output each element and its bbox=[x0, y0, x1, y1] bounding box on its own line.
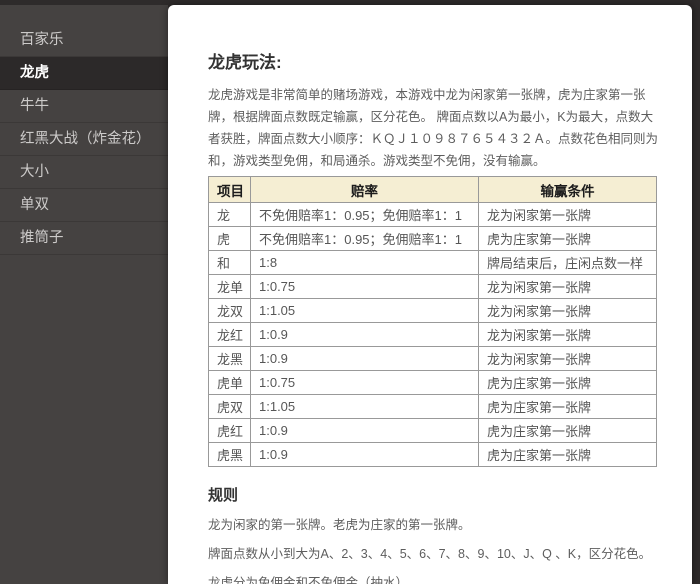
table-cell: 龙双 bbox=[209, 299, 251, 323]
intro-paragraph: 龙虎游戏是非常简单的赌场游戏，本游戏中龙为闲家第一张牌，虎为庄家第一张牌，根据牌… bbox=[208, 84, 660, 172]
table-header-cell: 赔率 bbox=[251, 177, 479, 203]
table-cell: 不免佣赔率1：0.95；免佣赔率1：1 bbox=[251, 203, 479, 227]
rules-title: 规则 bbox=[208, 487, 658, 505]
rule-line: 牌面点数从小到大为A、2、3、4、5、6、7、8、9、10、J、Q 、K，区分花… bbox=[208, 546, 658, 563]
table-cell: 1:0.9 bbox=[251, 419, 479, 443]
sidebar-item-label: 龙虎 bbox=[20, 65, 49, 81]
app-root: 百家乐龙虎牛牛红黑大战（炸金花）大小单双推筒子 龙虎玩法: 龙虎游戏是非常简单的… bbox=[0, 0, 700, 584]
table-cell: 龙黑 bbox=[209, 347, 251, 371]
table-cell: 不免佣赔率1：0.95；免佣赔率1：1 bbox=[251, 227, 479, 251]
table-cell: 虎为庄家第一张牌 bbox=[479, 395, 657, 419]
table-cell: 龙红 bbox=[209, 323, 251, 347]
table-cell: 和 bbox=[209, 251, 251, 275]
payout-table: 项目赔率输赢条件 龙不免佣赔率1：0.95；免佣赔率1：1龙为闲家第一张牌虎不免… bbox=[208, 176, 657, 467]
table-cell: 1:0.75 bbox=[251, 275, 479, 299]
table-cell: 虎为庄家第一张牌 bbox=[479, 371, 657, 395]
table-header-cell: 项目 bbox=[209, 177, 251, 203]
table-cell: 1:0.9 bbox=[251, 347, 479, 371]
page-title: 龙虎玩法: bbox=[208, 53, 658, 73]
sidebar-item-dragon-tiger[interactable]: 龙虎 bbox=[0, 57, 168, 90]
content-panel: 龙虎玩法: 龙虎游戏是非常简单的赌场游戏，本游戏中龙为闲家第一张牌，虎为庄家第一… bbox=[168, 5, 692, 584]
table-header-cell: 输赢条件 bbox=[479, 177, 657, 203]
table-row: 虎黑1:0.9虎为庄家第一张牌 bbox=[209, 443, 657, 467]
table-cell: 1:1.05 bbox=[251, 299, 479, 323]
table-cell: 虎黑 bbox=[209, 443, 251, 467]
sidebar-item-label: 推筒子 bbox=[20, 230, 64, 246]
table-cell: 虎单 bbox=[209, 371, 251, 395]
sidebar-menu: 百家乐龙虎牛牛红黑大战（炸金花） 大小单双推筒子 bbox=[0, 5, 168, 255]
table-row: 和1:8牌局结束后，庄闲点数一样 bbox=[209, 251, 657, 275]
table-header-row: 项目赔率输赢条件 bbox=[209, 177, 657, 203]
table-cell: 虎双 bbox=[209, 395, 251, 419]
table-row: 龙红1:0.9龙为闲家第一张牌 bbox=[209, 323, 657, 347]
sidebar-item-label: 红黑大战（炸金花） bbox=[20, 131, 151, 147]
table-cell: 虎为庄家第一张牌 bbox=[479, 443, 657, 467]
table-row: 虎红1:0.9虎为庄家第一张牌 bbox=[209, 419, 657, 443]
rules-list: 龙为闲家的第一张牌。老虎为庄家的第一张牌。牌面点数从小到大为A、2、3、4、5、… bbox=[208, 517, 658, 584]
rule-line: 龙为闲家的第一张牌。老虎为庄家的第一张牌。 bbox=[208, 517, 658, 534]
table-cell: 1:0.75 bbox=[251, 371, 479, 395]
rule-line: 龙虎分为免佣金和不免佣金（抽水） bbox=[208, 575, 658, 584]
sidebar-item-baccarat[interactable]: 百家乐 bbox=[0, 24, 168, 57]
table-row: 虎单1:0.75虎为庄家第一张牌 bbox=[209, 371, 657, 395]
table-cell: 龙为闲家第一张牌 bbox=[479, 203, 657, 227]
table-cell: 龙为闲家第一张牌 bbox=[479, 275, 657, 299]
table-cell: 1:8 bbox=[251, 251, 479, 275]
sidebar-item-red-black-battle[interactable]: 红黑大战（炸金花） bbox=[0, 123, 168, 156]
table-cell: 龙为闲家第一张牌 bbox=[479, 299, 657, 323]
table-cell: 龙为闲家第一张牌 bbox=[479, 347, 657, 371]
table-cell: 虎为庄家第一张牌 bbox=[479, 227, 657, 251]
table-cell: 虎 bbox=[209, 227, 251, 251]
table-cell: 牌局结束后，庄闲点数一样 bbox=[479, 251, 657, 275]
sidebar-item-big-small[interactable]: 大小 bbox=[0, 156, 168, 189]
table-row: 龙双1:1.05龙为闲家第一张牌 bbox=[209, 299, 657, 323]
table-body: 龙不免佣赔率1：0.95；免佣赔率1：1龙为闲家第一张牌虎不免佣赔率1：0.95… bbox=[209, 203, 657, 467]
sidebar-item-niu-niu[interactable]: 牛牛 bbox=[0, 90, 168, 123]
sidebar-item-push-tube[interactable]: 推筒子 bbox=[0, 222, 168, 255]
table-cell: 虎为庄家第一张牌 bbox=[479, 419, 657, 443]
table-row: 龙黑1:0.9龙为闲家第一张牌 bbox=[209, 347, 657, 371]
table-cell: 龙为闲家第一张牌 bbox=[479, 323, 657, 347]
sidebar-item-label: 单双 bbox=[20, 197, 49, 213]
table-cell: 虎红 bbox=[209, 419, 251, 443]
table-cell: 1:1.05 bbox=[251, 395, 479, 419]
table-row: 虎不免佣赔率1：0.95；免佣赔率1：1虎为庄家第一张牌 bbox=[209, 227, 657, 251]
table-row: 虎双1:1.05虎为庄家第一张牌 bbox=[209, 395, 657, 419]
table-cell: 龙单 bbox=[209, 275, 251, 299]
sidebar-item-label: 大小 bbox=[20, 164, 49, 180]
table-cell: 1:0.9 bbox=[251, 443, 479, 467]
sidebar: 百家乐龙虎牛牛红黑大战（炸金花） 大小单双推筒子 bbox=[0, 5, 168, 584]
table-cell: 1:0.9 bbox=[251, 323, 479, 347]
table-cell: 龙 bbox=[209, 203, 251, 227]
table-row: 龙单1:0.75龙为闲家第一张牌 bbox=[209, 275, 657, 299]
sidebar-item-label: 牛牛 bbox=[20, 98, 49, 114]
table-row: 龙不免佣赔率1：0.95；免佣赔率1：1龙为闲家第一张牌 bbox=[209, 203, 657, 227]
sidebar-item-label: 百家乐 bbox=[20, 32, 64, 48]
sidebar-item-odd-even[interactable]: 单双 bbox=[0, 189, 168, 222]
